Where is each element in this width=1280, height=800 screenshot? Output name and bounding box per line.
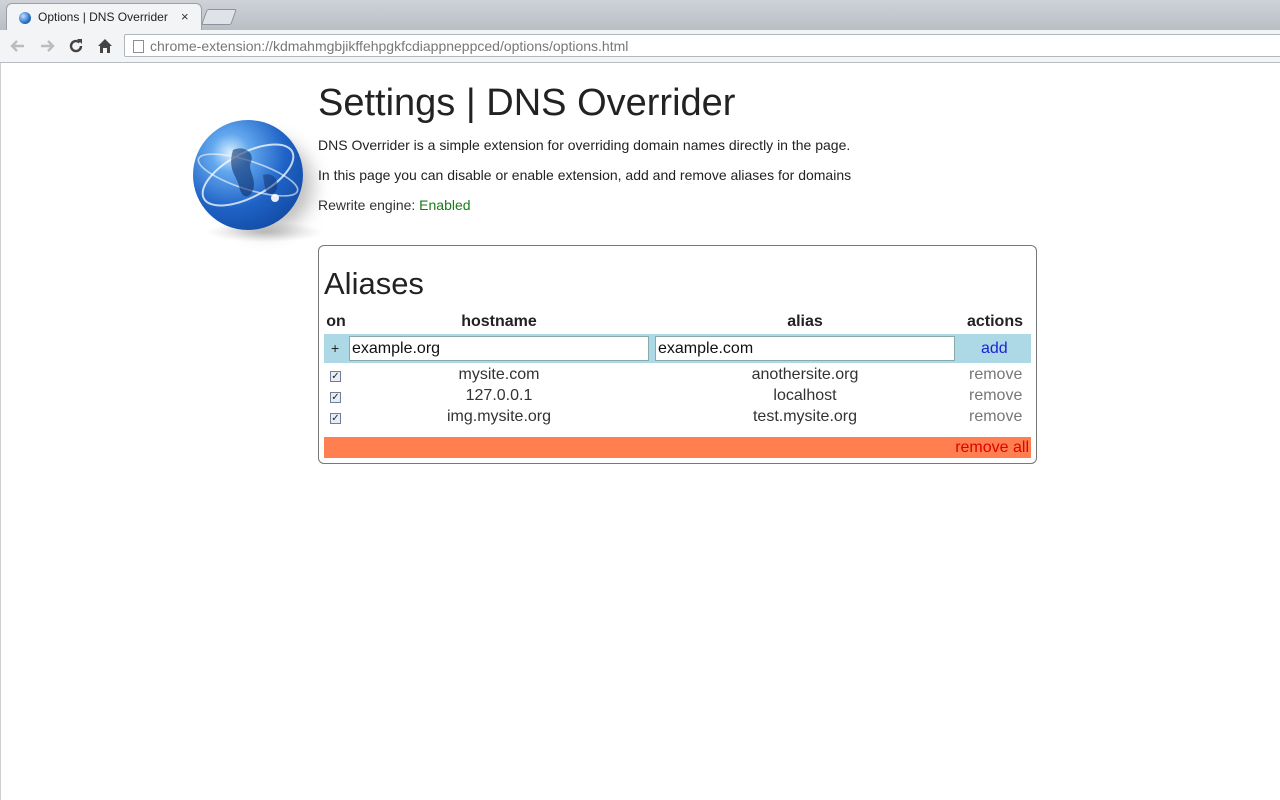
home-icon[interactable]	[95, 36, 115, 56]
column-header-alias: alias	[787, 313, 823, 330]
alias-hostname: 127.0.0.1	[465, 387, 533, 404]
add-alias-row: + add	[324, 334, 1031, 363]
column-header-hostname: hostname	[461, 313, 537, 330]
alias-enabled-checkbox[interactable]: ✓	[330, 392, 341, 403]
back-arrow-icon[interactable]	[8, 36, 28, 56]
rewrite-engine-line: Rewrite engine: Enabled	[318, 197, 471, 213]
address-bar[interactable]: chrome-extension://kdmahmgbjikffehpgkfcd…	[124, 34, 1280, 57]
new-tab-button[interactable]	[201, 9, 237, 25]
globe-favicon-icon	[19, 12, 31, 24]
alias-hostname: mysite.com	[458, 366, 540, 383]
remove-alias-link[interactable]: remove	[969, 366, 1022, 384]
url-text: chrome-extension://kdmahmgbjikffehpgkfcd…	[150, 38, 629, 54]
column-header-on: on	[326, 313, 346, 330]
alias-hostname: img.mysite.org	[446, 408, 552, 425]
reload-icon[interactable]	[66, 36, 86, 56]
rewrite-engine-label: Rewrite engine:	[318, 197, 420, 213]
description-line-1: DNS Overrider is a simple extension for …	[318, 137, 851, 153]
alias-target: anothersite.org	[751, 366, 859, 383]
remove-all-bar: remove all	[324, 437, 1031, 458]
hostname-input[interactable]	[349, 336, 649, 361]
alias-target: test.mysite.org	[752, 408, 858, 425]
aliases-heading: Aliases	[324, 266, 424, 301]
browser-toolbar: chrome-extension://kdmahmgbjikffehpgkfcd…	[0, 30, 1280, 63]
alias-row: ✓ 127.0.0.1 localhost remove	[324, 387, 1031, 408]
column-header-actions: actions	[966, 313, 1023, 330]
description-line-2: In this page you can disable or enable e…	[318, 167, 852, 183]
close-tab-icon[interactable]: ×	[181, 9, 189, 24]
page-icon	[133, 40, 144, 53]
rewrite-engine-toggle[interactable]: Enabled	[419, 197, 470, 213]
add-alias-link[interactable]: add	[981, 340, 1008, 358]
aliases-panel: Aliases on hostname alias actions + add …	[318, 245, 1037, 464]
browser-tab[interactable]: Options | DNS Overrider ×	[6, 3, 202, 30]
remove-alias-link[interactable]: remove	[969, 408, 1022, 426]
alias-row: ✓ img.mysite.org test.mysite.org remove	[324, 408, 1031, 429]
alias-input[interactable]	[655, 336, 955, 361]
forward-arrow-icon[interactable]	[37, 36, 57, 56]
alias-enabled-checkbox[interactable]: ✓	[330, 371, 341, 382]
remove-all-link[interactable]: remove all	[955, 439, 1029, 457]
page-title: Settings | DNS Overrider	[318, 82, 736, 124]
browser-tab-strip: Options | DNS Overrider ×	[0, 0, 1280, 30]
remove-alias-link[interactable]: remove	[969, 387, 1022, 405]
plus-icon: +	[331, 340, 340, 356]
alias-enabled-checkbox[interactable]: ✓	[330, 413, 341, 424]
globe-logo-icon	[193, 120, 303, 230]
alias-row: ✓ mysite.com anothersite.org remove	[324, 366, 1031, 387]
alias-target: localhost	[773, 387, 837, 404]
tab-title: Options | DNS Overrider	[38, 10, 168, 24]
